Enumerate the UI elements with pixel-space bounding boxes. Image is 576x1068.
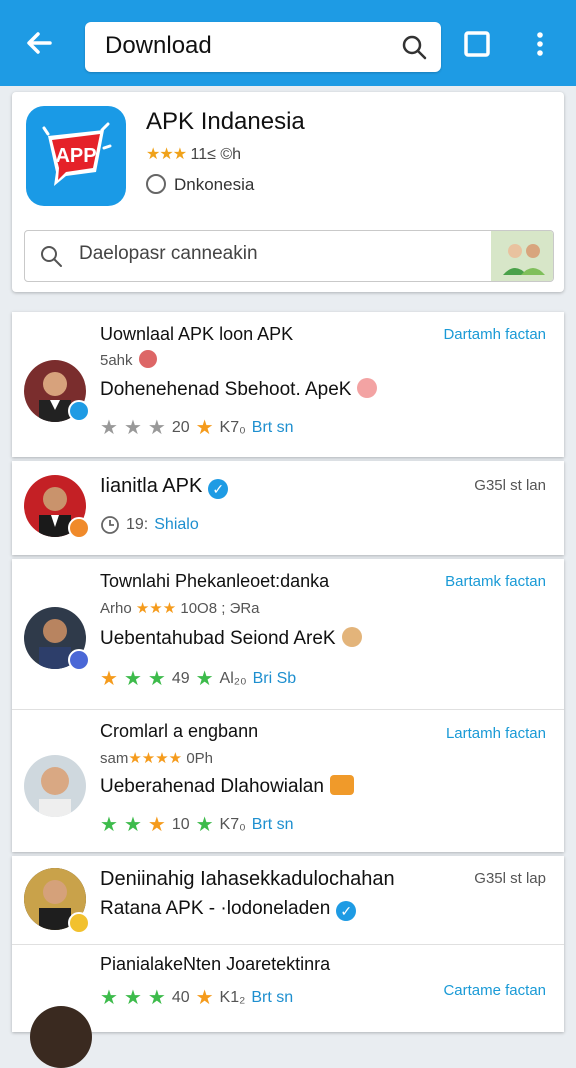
- location-icon: [146, 174, 166, 194]
- people-thumbnail-icon: [503, 244, 545, 275]
- face-emoji-icon: [341, 627, 362, 647]
- clock-icon: [101, 516, 119, 534]
- app-developer-label: Dnkonesia: [174, 175, 255, 194]
- item-link[interactable]: Brt sn: [251, 989, 293, 1007]
- item-size: K7₀: [219, 816, 246, 833]
- item-title: Townlahi Phekanleoet:danka: [100, 571, 330, 591]
- folder-icon: [329, 775, 354, 795]
- item-title: Cromlarl a engbann: [100, 721, 259, 741]
- list-item[interactable]: Iianitla APK ✓ G35l st lan 19: Shialo: [12, 461, 564, 555]
- item-link[interactable]: Brt sn: [252, 419, 294, 437]
- item-title-text: Iianitla APK: [100, 475, 203, 497]
- item-title: Uownlaal APK loon APK: [100, 324, 294, 344]
- app-search-placeholder: Daelopasr canneakin: [79, 243, 258, 264]
- item-subtitle-text: Arho: [100, 600, 132, 617]
- item-description-text: Ueberahenad Dlahowialan: [100, 776, 324, 797]
- search-icon: [41, 246, 62, 267]
- verified-icon: ✓: [336, 901, 357, 921]
- item-description: Dohenehenad Sbehoot. ApeK: [100, 378, 378, 401]
- item-title: Deniinahig Iahasekkadulochahan: [100, 868, 395, 890]
- status-icon: [68, 649, 90, 671]
- item-description: Uebentahubad Seiond AreK: [100, 627, 362, 650]
- top-app-bar: Download: [0, 0, 576, 86]
- item-rating-value: 20: [171, 419, 190, 436]
- divider: [12, 709, 564, 710]
- item-subtitle: sam★★★★ 0Ph: [100, 750, 214, 767]
- search-input-value: Download: [105, 32, 212, 59]
- item-rating: ★ ★ ★ 20 ★ K7₀ Brt sn: [100, 417, 294, 439]
- item-size: Al₂₀: [219, 670, 247, 687]
- app-meta: ★★★ 11≤ ©h: [146, 144, 241, 164]
- item-subtitle-meta: 0Ph: [186, 750, 214, 767]
- search-input[interactable]: Download: [85, 22, 441, 72]
- item-action-link[interactable]: Cartame factan: [443, 982, 546, 999]
- item-title: Iianitla APK ✓: [100, 475, 229, 499]
- item-description: Ueberahenad Dlahowialan: [100, 775, 354, 798]
- app-header-card: APP APK Indanesia ★★★ 11≤ ©h Dnkonesia D…: [12, 92, 564, 292]
- more-vert-icon[interactable]: [530, 30, 550, 58]
- item-link[interactable]: Bri Sb: [253, 670, 297, 688]
- item-action-link[interactable]: Bartamk factan: [445, 573, 546, 590]
- rating-stars: ★★★: [146, 146, 187, 163]
- item-action-link[interactable]: Lartamh factan: [446, 725, 546, 742]
- item-meta: G35l st lap: [474, 870, 546, 887]
- item-rating-value: 40: [171, 989, 190, 1006]
- verified-icon: ✓: [208, 479, 229, 499]
- item-subtitle-text: sam: [100, 750, 129, 767]
- divider: [12, 944, 564, 945]
- item-subtitle-text: 5ahk: [100, 352, 133, 369]
- item-rating: ★ ★ ★ 49 ★ Al₂₀ Bri Sb: [100, 668, 297, 690]
- app-title: APK Indanesia: [146, 108, 305, 135]
- item-rating-value: 49: [171, 670, 190, 687]
- item-rating: ★ ★ ★ 40 ★ K1₂ Brt sn: [100, 987, 294, 1009]
- item-description-text: Dohenehenad Sbehoot. ApeK: [100, 379, 352, 400]
- item-subtitle: Arho ★★★ 10O8 ; ЭRa: [100, 600, 260, 617]
- list-item[interactable]: Uownlaal APK loon APK Dartamh factan 5ah…: [12, 312, 564, 457]
- app-meta-text: 11≤ ©h: [190, 146, 242, 163]
- item-rating: ★ ★ ★ 10 ★ K7₀ Brt sn: [100, 814, 294, 836]
- toggle-icon: [138, 350, 157, 368]
- list-group: Deniinahig Iahasekkadulochahan G35l st l…: [12, 856, 564, 1068]
- search-thumbnail[interactable]: [491, 231, 553, 281]
- item-description-text: Uebentahubad Seiond AreK: [100, 628, 336, 649]
- person-icon: [39, 767, 71, 817]
- item-size: K1₂: [219, 989, 246, 1006]
- back-arrow-icon[interactable]: [22, 26, 56, 60]
- item-link[interactable]: Brt sn: [252, 816, 294, 834]
- item-meta: G35l st lan: [474, 477, 546, 494]
- search-icon[interactable]: [401, 34, 427, 60]
- item-description-text: Ratana APK - ·lodoneladen: [100, 898, 331, 919]
- app-developer[interactable]: Dnkonesia: [146, 174, 254, 195]
- item-time: 19: Shialo: [100, 515, 199, 535]
- app-icon[interactable]: APP: [26, 106, 126, 206]
- list-group: Townlahi Phekanleoet:danka Bartamk facta…: [12, 559, 564, 852]
- item-action-link[interactable]: Dartamh factan: [443, 326, 546, 343]
- avatar[interactable]: [24, 755, 86, 817]
- verified-icon: [68, 400, 90, 422]
- app-search-field[interactable]: Daelopasr canneakin: [24, 230, 554, 282]
- status-icon: [68, 517, 90, 539]
- status-icon: [68, 912, 90, 934]
- app-icon-label: APP: [55, 145, 96, 167]
- item-rating-value: 10: [171, 816, 190, 833]
- item-size: K7₀: [219, 419, 246, 436]
- avatar[interactable]: [30, 1006, 92, 1068]
- item-subtitle-meta: 10O8 ; ЭRa: [180, 600, 260, 617]
- item-description: Ratana APK - ·lodoneladen ✓: [100, 898, 357, 921]
- item-title: Pianialake​Nten Joaretektinra: [100, 954, 331, 974]
- square-icon[interactable]: [463, 30, 491, 58]
- item-time-value: 19:: [126, 516, 149, 533]
- item-subtitle: 5ahk: [100, 350, 157, 369]
- item-link[interactable]: Shialo: [154, 516, 198, 534]
- face-emoji-icon: [357, 378, 378, 398]
- app-logo-icon: APP: [42, 122, 112, 186]
